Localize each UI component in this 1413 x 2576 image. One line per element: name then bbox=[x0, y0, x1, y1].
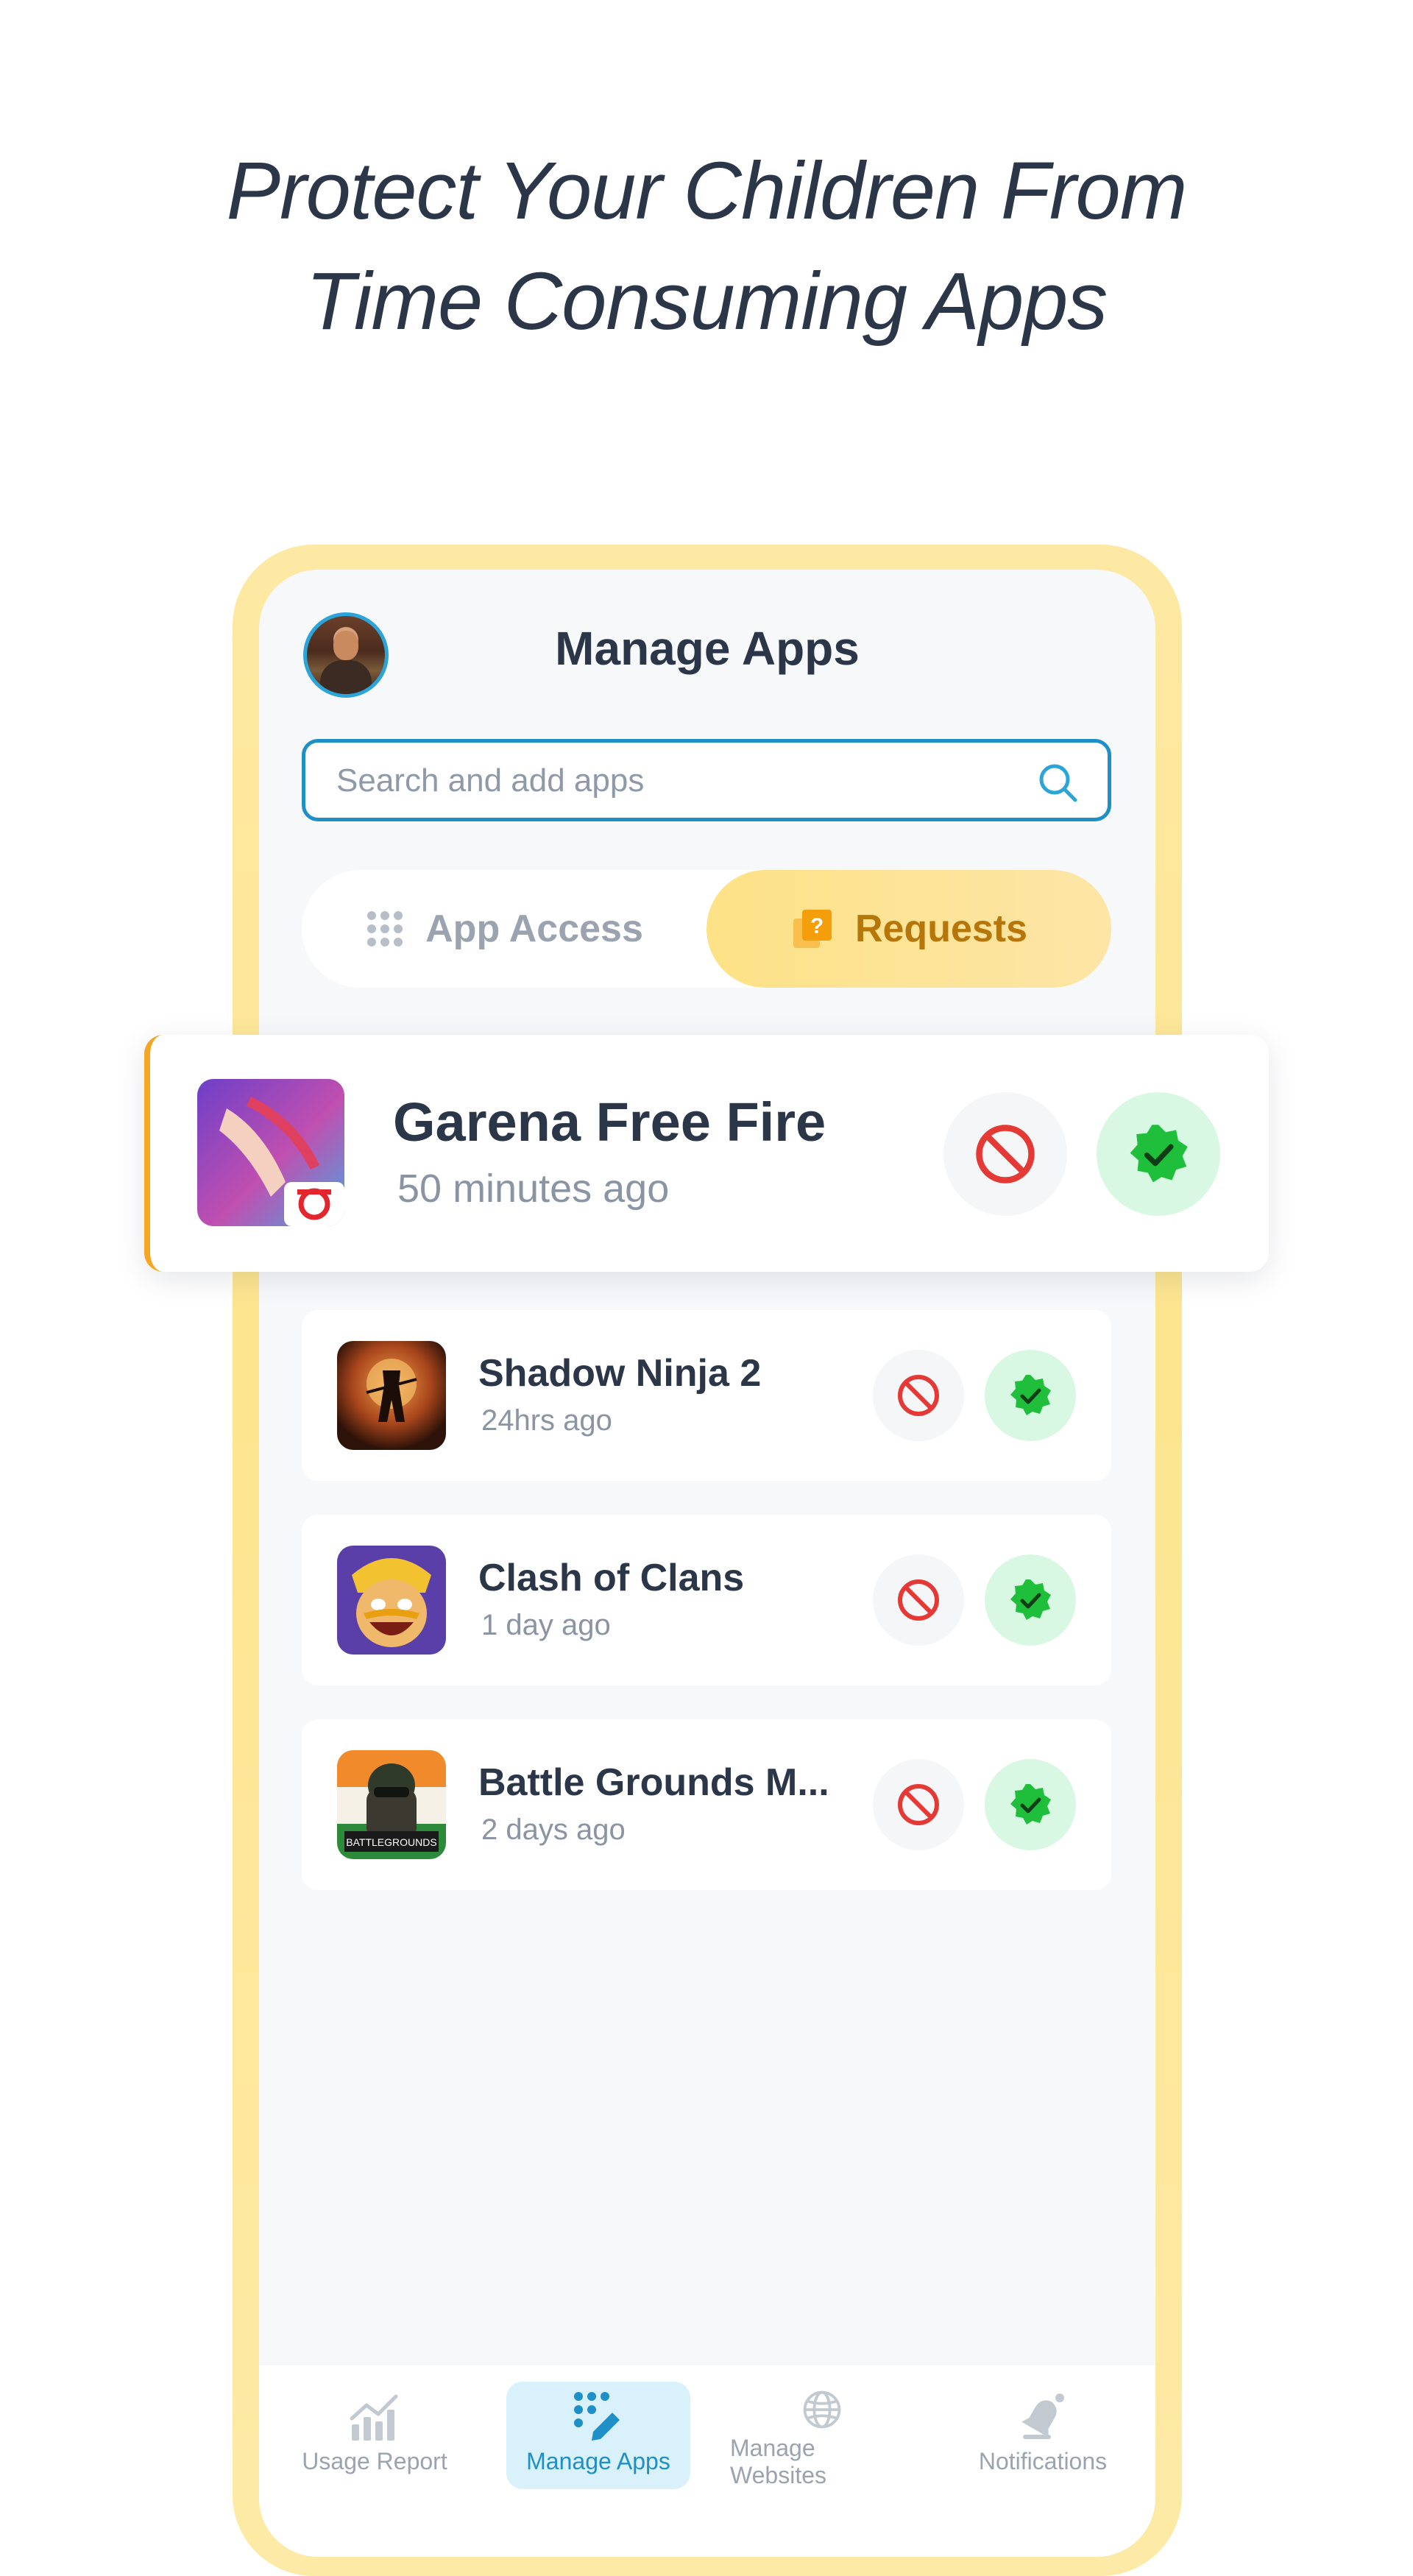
tab-bar: App Access ? Requests bbox=[302, 870, 1111, 988]
featured-request-card[interactable]: Garena Free Fire 50 minutes ago bbox=[144, 1035, 1269, 1272]
deny-button[interactable] bbox=[873, 1350, 964, 1441]
chart-icon bbox=[350, 2394, 398, 2441]
deny-button[interactable] bbox=[873, 1759, 964, 1850]
nav-label: Notifications bbox=[978, 2448, 1108, 2474]
approve-button[interactable] bbox=[985, 1350, 1076, 1441]
headline: Protect Your Children From Time Consumin… bbox=[0, 136, 1413, 357]
approve-button[interactable] bbox=[1097, 1092, 1220, 1216]
headline-line-1: Protect Your Children From bbox=[226, 146, 1188, 236]
request-time: 24hrs ago bbox=[481, 1404, 612, 1437]
globe-icon bbox=[803, 2391, 841, 2429]
request-time: 50 minutes ago bbox=[397, 1167, 670, 1211]
verified-badge-icon bbox=[1010, 1784, 1051, 1825]
shadow-ninja-app-icon bbox=[337, 1341, 446, 1450]
verified-badge-icon bbox=[1130, 1125, 1188, 1183]
tab-app-access-label: App Access bbox=[425, 907, 643, 950]
svg-text:BATTLEGROUNDS: BATTLEGROUNDS bbox=[346, 1836, 436, 1848]
tab-requests-label: Requests bbox=[854, 907, 1028, 950]
svg-text:?: ? bbox=[810, 914, 824, 938]
bell-icon bbox=[1021, 2393, 1064, 2439]
app-name: Shadow Ninja 2 bbox=[478, 1352, 762, 1395]
deny-button[interactable] bbox=[873, 1554, 964, 1646]
request-row-shadow-ninja[interactable]: Shadow Ninja 2 24hrs ago bbox=[302, 1310, 1111, 1481]
nav-manage-websites[interactable]: Manage Websites bbox=[730, 2382, 914, 2489]
search-bar[interactable] bbox=[302, 739, 1111, 821]
nav-label: Manage Websites bbox=[730, 2435, 827, 2488]
headline-line-2: Time Consuming Apps bbox=[305, 256, 1108, 347]
request-row-battle-grounds[interactable]: BATTLEGROUNDS Battle Grounds M... 2 days… bbox=[302, 1719, 1111, 1890]
request-time: 1 day ago bbox=[481, 1609, 611, 1641]
search-input[interactable] bbox=[335, 759, 1000, 803]
battle-grounds-app-icon: BATTLEGROUNDS bbox=[337, 1750, 446, 1859]
request-row-clash-of-clans[interactable]: Clash of Clans 1 day ago bbox=[302, 1515, 1111, 1685]
phone-screen: Manage Apps App Access ? Req bbox=[259, 570, 1155, 2557]
approve-button[interactable] bbox=[985, 1554, 1076, 1646]
verified-badge-icon bbox=[1010, 1579, 1051, 1620]
deny-button[interactable] bbox=[943, 1092, 1067, 1216]
app-name: Battle Grounds M... bbox=[478, 1761, 829, 1804]
page-title: Manage Apps bbox=[555, 622, 860, 675]
clash-of-clans-app-icon bbox=[337, 1546, 446, 1655]
approve-button[interactable] bbox=[985, 1759, 1076, 1850]
app-name: Garena Free Fire bbox=[393, 1091, 826, 1153]
block-icon bbox=[976, 1125, 1035, 1183]
verified-badge-icon bbox=[1010, 1375, 1051, 1415]
grid-dots-icon bbox=[367, 911, 403, 946]
nav-label: Manage Apps bbox=[526, 2448, 670, 2474]
tab-app-access[interactable]: App Access bbox=[302, 870, 706, 988]
request-card-icon: ? bbox=[793, 910, 832, 948]
request-time: 2 days ago bbox=[481, 1814, 626, 1846]
nav-usage-report[interactable]: Usage Report bbox=[283, 2382, 467, 2489]
search-icon[interactable] bbox=[1035, 760, 1080, 804]
tab-requests[interactable]: ? Requests bbox=[706, 870, 1111, 988]
garena-free-fire-app-icon bbox=[197, 1079, 344, 1226]
nav-manage-apps[interactable]: Manage Apps bbox=[506, 2382, 690, 2489]
nav-notifications[interactable]: Notifications bbox=[951, 2382, 1135, 2489]
nav-label: Usage Report bbox=[302, 2448, 447, 2474]
bottom-nav: Usage Report Manage Apps Manage Websites… bbox=[259, 2366, 1155, 2557]
block-icon bbox=[898, 1579, 939, 1621]
block-icon bbox=[898, 1784, 939, 1825]
app-name: Clash of Clans bbox=[478, 1557, 745, 1599]
apps-edit-icon bbox=[574, 2392, 620, 2441]
block-icon bbox=[898, 1375, 939, 1416]
